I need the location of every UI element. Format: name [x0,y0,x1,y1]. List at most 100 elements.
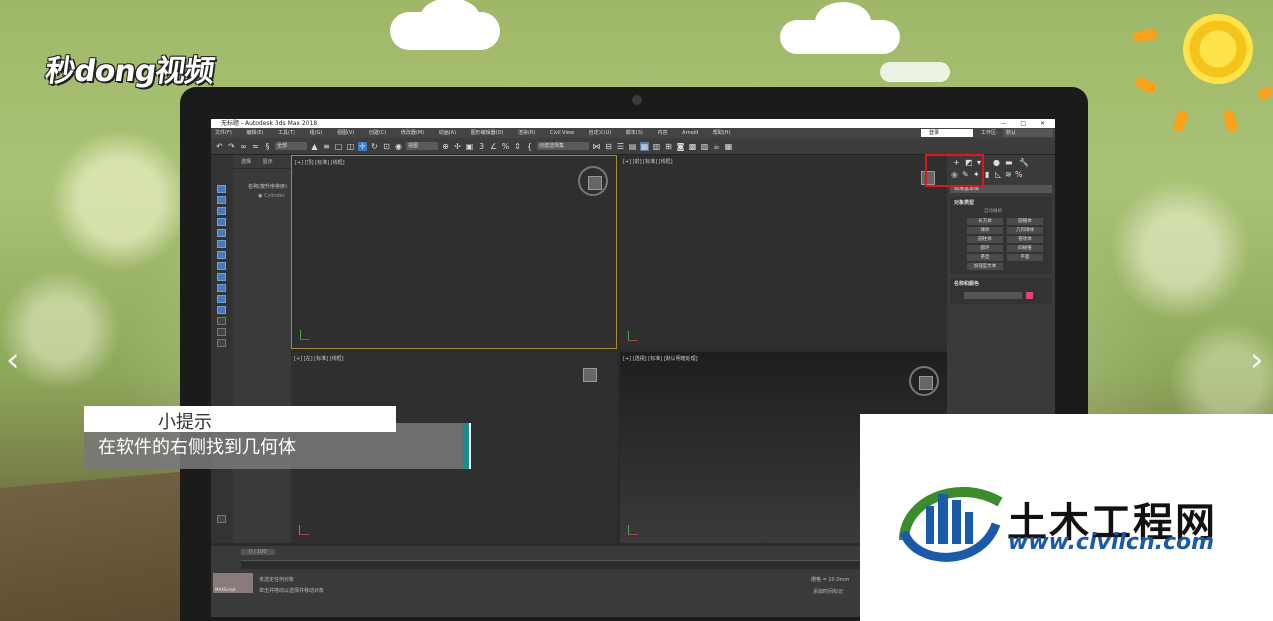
viewport-label[interactable]: [+] [前] [标准] [线框] [623,158,673,165]
tool-groups-icon[interactable] [217,295,226,303]
viewport-front[interactable]: [+] [前] [标准] [线框] [620,155,947,349]
tool-sort-icon[interactable] [217,328,226,336]
menu-graph-editors[interactable]: 图形编辑器(D) [471,130,504,136]
tool-spacewarps-icon[interactable] [217,284,226,292]
tab-select[interactable]: 选择 [241,159,251,165]
viewcube-icon[interactable] [909,366,939,396]
menu-civil-view[interactable]: Civil View [550,130,574,136]
rollout-header[interactable]: 对象类型 [954,199,1048,208]
scene-explorer-icon[interactable]: ☰ [616,142,625,151]
render-production-icon[interactable]: ☕ [712,142,721,151]
tool-shapes-icon[interactable] [217,240,226,248]
selection-filter-dropdown[interactable]: 全部 [275,142,307,150]
tool-display-none-icon[interactable] [217,196,226,204]
object-color-swatch[interactable] [1026,292,1033,299]
menu-group[interactable]: 组(G) [310,130,323,136]
window-controls[interactable]: — □ ✕ [1000,119,1051,128]
viewport-label[interactable]: [+] [左] [标准] [线框] [294,355,344,362]
select-object-icon[interactable]: ▲ [310,142,319,151]
tool-cameras-icon[interactable] [217,262,226,270]
geosphere-button[interactable]: 几何球体 [1007,227,1043,234]
keyboard-shortcut-icon[interactable]: ▣ [465,142,474,151]
add-time-tag[interactable]: 添加时间标记 [801,588,843,595]
menu-rendering[interactable]: 渲染(R) [518,130,535,136]
tool-select-icon[interactable] [217,185,226,193]
plane-button[interactable]: 平面 [1007,254,1043,261]
helpers-category-icon[interactable]: ◺ [995,170,1001,179]
menu-views[interactable]: 视图(V) [337,130,354,136]
menu-scripting[interactable]: 脚本(S) [626,130,643,136]
undo-icon[interactable]: ↶ [215,142,224,151]
rotate-icon[interactable]: ↻ [370,142,379,151]
angle-snap-icon[interactable]: ∠ [489,142,498,151]
rollout-header[interactable]: 名称和颜色 [954,280,1048,289]
menu-tools[interactable]: 工具(T) [278,130,295,136]
object-name-input[interactable] [964,292,1022,299]
named-selection-dropdown[interactable]: 创建选择集 [537,142,589,150]
teapot-button[interactable]: 茶壶 [967,254,1003,261]
tool-helpers-icon[interactable] [217,273,226,281]
manipulate-icon[interactable]: ✢ [453,142,462,151]
time-slider-thumb[interactable]: 0 / 100 [241,549,275,555]
menu-file[interactable]: 文件(F) [215,130,232,136]
display-tab-icon[interactable]: ▬ [1005,158,1013,167]
scale-icon[interactable]: ⊡ [382,142,391,151]
spacewarps-category-icon[interactable]: ≋ [1005,170,1012,179]
percent-snap-icon[interactable]: % [501,142,510,151]
place-icon[interactable]: ◉ [394,142,403,151]
menu-create[interactable]: 创建(C) [369,130,386,136]
unlink-icon[interactable]: ≈ [251,142,260,151]
select-by-name-icon[interactable]: ≡ [322,142,331,151]
menu-help[interactable]: 帮助(H) [713,130,731,136]
tool-bones-icon[interactable] [217,306,226,314]
sphere-button[interactable]: 球体 [967,227,1003,234]
pyramid-button[interactable]: 四棱锥 [1007,245,1043,252]
systems-category-icon[interactable]: % [1015,170,1023,179]
viewcube-icon[interactable] [583,368,597,382]
next-arrow-icon[interactable]: › [1250,340,1264,380]
bind-spacewarp-icon[interactable]: § [263,142,272,151]
ribbon-icon[interactable]: ▦ [640,141,649,151]
tool-geometry-icon[interactable] [217,229,226,237]
viewport-label[interactable]: [+] [透视] [标准] [默认明暗处理] [623,355,698,362]
render-setup-icon[interactable]: ▩ [688,142,697,151]
link-icon[interactable]: ∞ [239,142,248,151]
redo-icon[interactable]: ↷ [227,142,236,151]
region-select-icon[interactable]: □ [334,142,343,151]
workspace-dropdown[interactable]: 默认 [1003,129,1053,137]
tool-display-all-icon[interactable] [217,207,226,215]
explorer-column-header[interactable]: 名称(按升序排序) [248,183,291,192]
textplus-button[interactable]: 加强型文本 [967,263,1003,270]
box-button[interactable]: 长方体 [967,218,1003,225]
torus-button[interactable]: 圆环 [967,245,1003,252]
cone-button[interactable]: 圆锥体 [1007,218,1043,225]
tool-invert-icon[interactable] [217,218,226,226]
menu-modifiers[interactable]: 修改器(M) [401,130,424,136]
tool-hierarchy-icon[interactable] [217,339,226,347]
rendered-frame-icon[interactable]: ▨ [700,142,709,151]
viewport-top[interactable]: [+] [顶] [标准] [线框] [291,155,617,349]
viewport-label[interactable]: [+] [顶] [标准] [线框] [295,159,345,166]
menu-content[interactable]: 内容 [657,130,667,136]
tool-lights-icon[interactable] [217,251,226,259]
utilities-tab-icon[interactable]: 🔧 [1019,158,1029,167]
tab-display[interactable]: 显示 [263,159,273,165]
tree-item[interactable]: ● Cylinder [248,192,291,201]
menu-customize[interactable]: 自定义(U) [589,130,612,136]
tube-button[interactable]: 管状体 [1007,236,1043,243]
align-icon[interactable]: ⊟ [604,142,613,151]
menu-animation[interactable]: 动画(A) [439,130,456,136]
window-crossing-icon[interactable]: ◫ [346,142,355,151]
login-dropdown[interactable]: 登录 [921,129,973,137]
reference-coord-dropdown[interactable]: 视图 [406,142,438,150]
render-iterative-icon[interactable]: ▦ [724,142,733,151]
tool-expand-icon[interactable] [217,515,226,523]
maxscript-listener[interactable]: MAXScript [213,573,253,593]
cameras-category-icon[interactable]: ▮ [985,170,989,179]
prev-arrow-icon[interactable]: ‹ [6,340,20,380]
tool-filter-icon[interactable] [217,317,226,325]
cylinder-button[interactable]: 圆柱体 [967,236,1003,243]
menu-edit[interactable]: 编辑(E) [246,130,263,136]
menu-arnold[interactable]: Arnold [682,130,698,136]
spinner-snap-icon[interactable]: ⇕ [513,142,522,151]
